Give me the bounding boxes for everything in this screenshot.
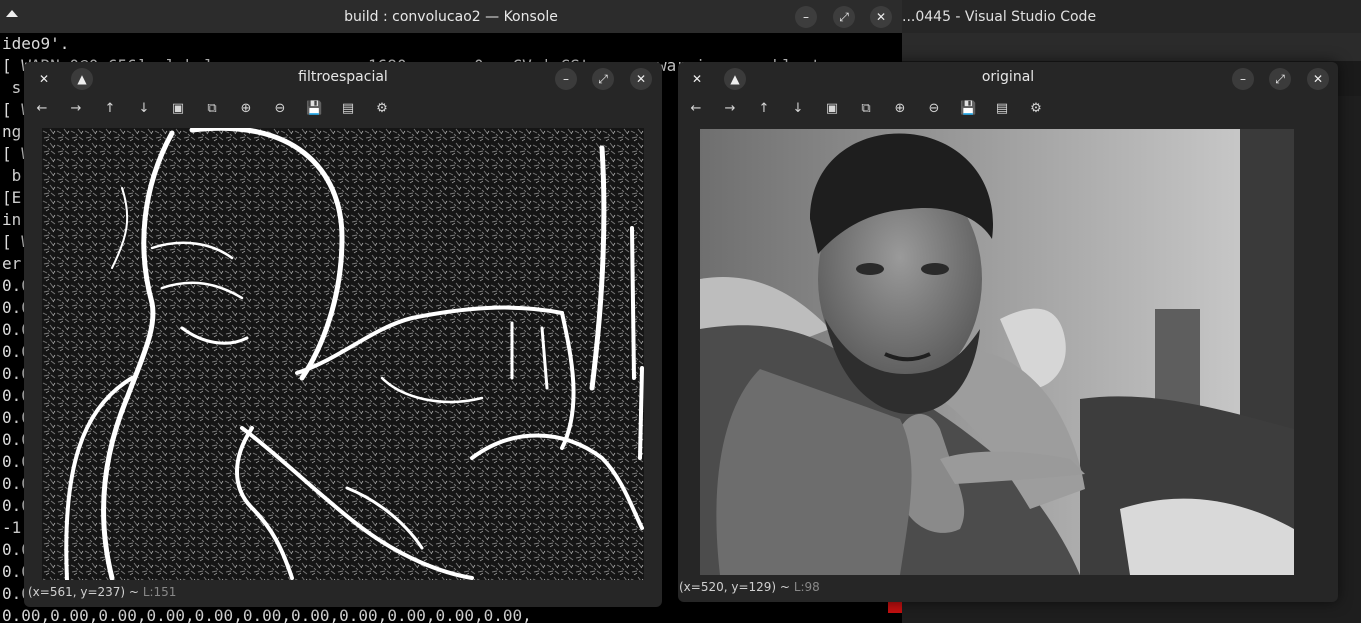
pan-up-icon[interactable]: ↑ [756,101,772,117]
maximize-icon: ⤢ [1275,71,1285,86]
maximize-icon: ⤢ [839,9,849,24]
vscode-menu-bar[interactable] [902,33,1361,61]
maximize-button[interactable]: ⤢ [592,68,614,90]
minimize-icon: – [803,10,809,24]
zoom-original-icon[interactable]: ⧉ [204,101,220,117]
minimize-button[interactable]: – [1232,68,1254,90]
close-button[interactable]: ✕ [686,68,708,90]
terminal-marker [888,601,902,613]
properties-icon[interactable]: ⚙ [1028,101,1044,117]
terminal-line: 0.00,0.00,0.00,0.00,0.00,0.00,0.00,0.00,… [2,606,532,623]
minimize-icon: – [1240,72,1246,86]
zoom-fit-icon[interactable]: ▣ [824,101,840,117]
save-icon[interactable]: 💾 [306,101,322,117]
filtroespacial-window: filtroespacial ✕ ▲ – ⤢ ✕ ← → ↑ ↓ ▣ ⧉ ⊕ ⊖ 💾 ▤ ⚙ [24,62,662,607]
close-icon: ✕ [875,10,887,24]
close-icon: ✕ [635,72,647,86]
image-toolbar: ← → ↑ ↓ ▣ ⧉ ⊕ ⊖ 💾 ▤ ⚙ [678,92,1338,126]
save-icon[interactable]: 💾 [960,101,976,117]
edge-image-svg [42,128,644,580]
zoom-out-icon[interactable]: ⊖ [272,101,288,117]
keep-above-icon: ▲ [77,72,87,86]
pan-down-icon[interactable]: ↓ [790,101,806,117]
terminal-line: ideo9'. [2,34,70,53]
pixel-level: L:98 [793,580,820,594]
pan-left-icon[interactable]: ← [688,101,704,117]
original-image[interactable] [700,129,1294,575]
window-title: filtroespacial [298,69,388,85]
copy-icon[interactable]: ▤ [994,101,1010,117]
pan-down-icon[interactable]: ↓ [136,101,152,117]
status-bar: (x=561, y=237) ~ L:151 [28,585,176,599]
konsole-titlebar[interactable]: build : convolucao2 — Konsole – ⤢ ✕ [0,0,902,33]
image-toolbar: ← → ↑ ↓ ▣ ⧉ ⊕ ⊖ 💾 ▤ ⚙ [24,92,662,126]
keep-above-icon: ▲ [730,72,740,86]
minimize-button[interactable]: – [555,68,577,90]
vscode-titlebar[interactable]: ...0445 - Visual Studio Code [902,0,1361,33]
keep-above-button[interactable]: ▲ [724,68,746,90]
pan-left-icon[interactable]: ← [34,101,50,117]
close-icon: ✕ [691,72,703,86]
close-button[interactable]: ✕ [870,6,892,28]
zoom-in-icon[interactable]: ⊕ [892,101,908,117]
status-bar: (x=520, y=129) ~ L:98 [679,580,820,594]
zoom-fit-icon[interactable]: ▣ [170,101,186,117]
close-icon: ✕ [1312,72,1324,86]
cursor-coordinates: (x=561, y=237) ~ [28,585,139,599]
grayscale-photo-svg [700,129,1294,575]
close-icon: ✕ [38,72,50,86]
vscode-title: ...0445 - Visual Studio Code [902,8,1097,25]
konsole-title: build : convolucao2 — Konsole [344,8,558,25]
maximize-button[interactable]: ⤢ [833,6,855,28]
pixel-level: L:151 [142,585,177,599]
maximize-icon: ⤢ [598,71,608,86]
cursor-coordinates: (x=520, y=129) ~ [679,580,790,594]
minimize-button[interactable]: – [795,6,817,28]
properties-icon[interactable]: ⚙ [374,101,390,117]
maximize-button[interactable]: ⤢ [1269,68,1291,90]
minimize-icon: – [563,72,569,86]
original-window: original ✕ ▲ – ⤢ ✕ ← → ↑ ↓ ▣ ⧉ ⊕ ⊖ 💾 ▤ ⚙ [678,62,1338,602]
copy-icon[interactable]: ▤ [340,101,356,117]
filtered-image[interactable] [42,128,644,580]
keep-above-button[interactable]: ▲ [71,68,93,90]
close-button[interactable]: ✕ [630,68,652,90]
zoom-original-icon[interactable]: ⧉ [858,101,874,117]
pan-up-icon[interactable]: ↑ [102,101,118,117]
close-button[interactable]: ✕ [33,68,55,90]
zoom-out-icon[interactable]: ⊖ [926,101,942,117]
konsole-app-icon [6,10,18,17]
pan-right-icon[interactable]: → [722,101,738,117]
zoom-in-icon[interactable]: ⊕ [238,101,254,117]
window-title: original [981,69,1035,85]
close-button[interactable]: ✕ [1307,68,1329,90]
pan-right-icon[interactable]: → [68,101,84,117]
